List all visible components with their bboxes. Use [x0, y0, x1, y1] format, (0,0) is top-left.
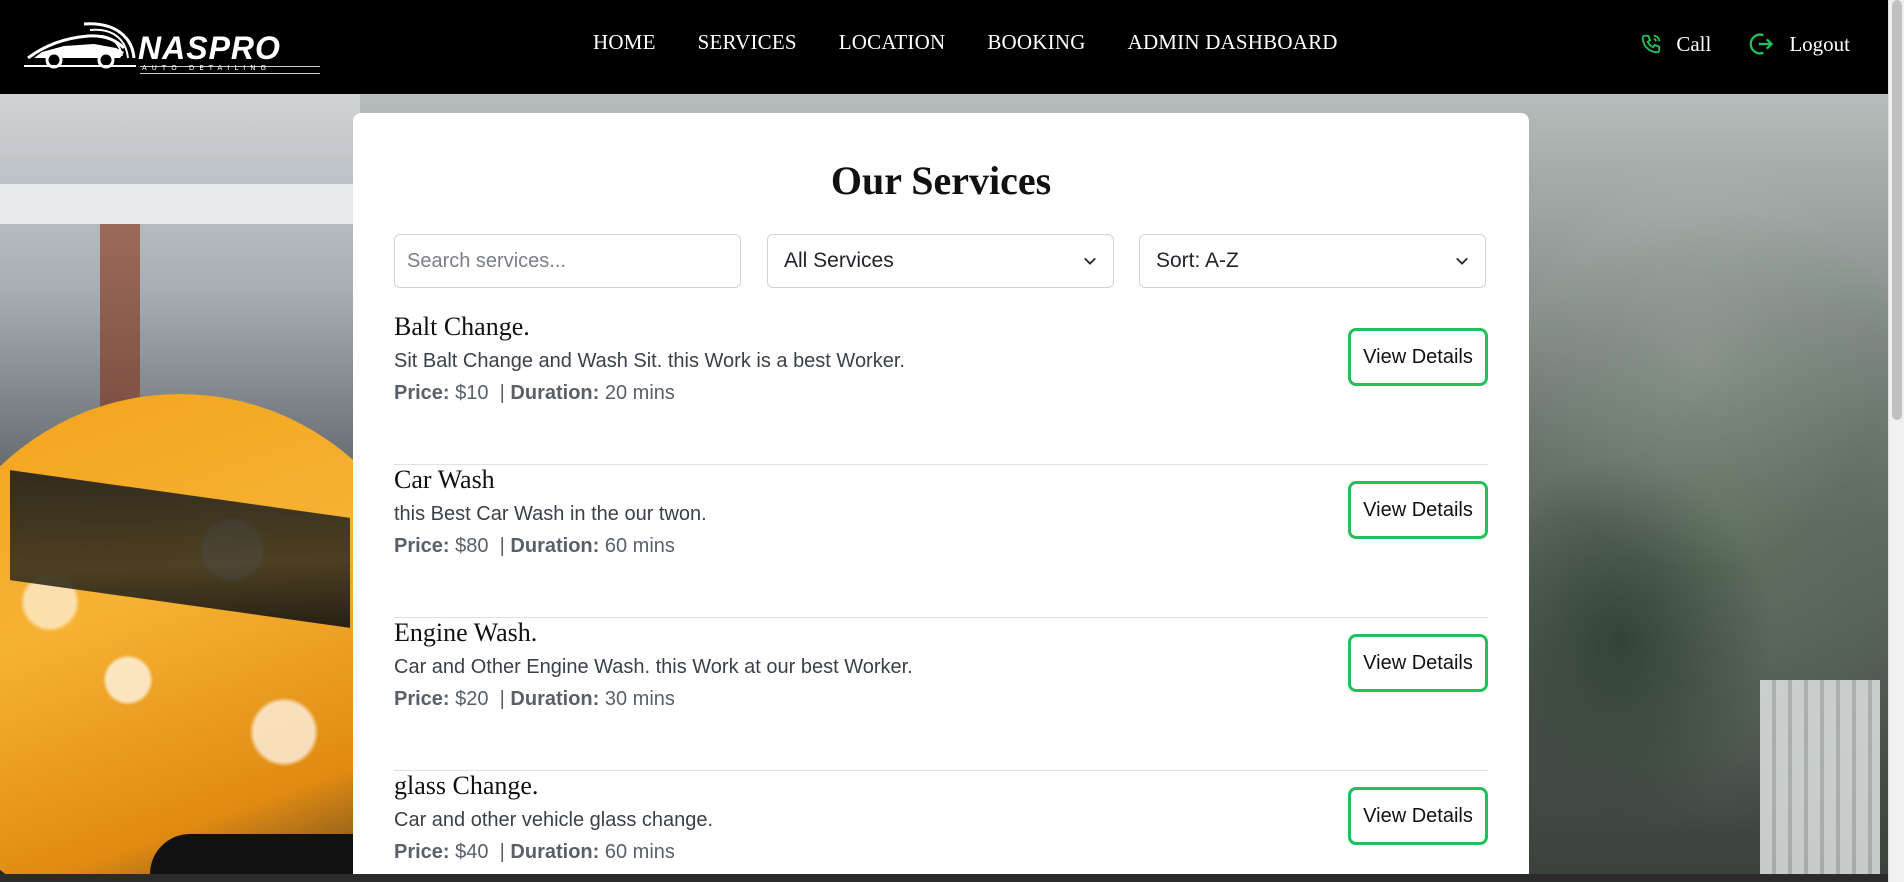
car-logo-icon: [24, 22, 136, 69]
services-card: Our Services All Services Sort: A-Z Balt…: [353, 113, 1529, 882]
brand-name: NASPRO: [138, 30, 281, 66]
service-item: Engine Wash. Car and Other Engine Wash. …: [394, 618, 1488, 771]
sort-select[interactable]: Sort: A-Z: [1139, 234, 1486, 288]
service-name: Car Wash: [394, 465, 495, 494]
service-description: Sit Balt Change and Wash Sit. this Work …: [394, 350, 905, 372]
service-description: Car and other vehicle glass change.: [394, 809, 714, 831]
service-price: $20: [455, 688, 489, 710]
view-details-button[interactable]: View Details: [1348, 481, 1488, 539]
service-item: glass Change. Car and other vehicle glas…: [394, 771, 1488, 882]
nav-actions: Call Logout: [1604, 30, 1850, 58]
chevron-down-icon: [1456, 257, 1468, 265]
top-navbar: NASPRO AUTO DETAILING HOME SERVICES LOCA…: [0, 0, 1888, 94]
service-price: $80: [455, 535, 489, 557]
view-details-button[interactable]: View Details: [1348, 328, 1488, 386]
service-meta: Price: $40 | Duration: 60 mins: [394, 841, 675, 863]
nav-home[interactable]: HOME: [593, 30, 656, 55]
nav-location[interactable]: LOCATION: [839, 30, 946, 55]
service-meta: Price: $20 | Duration: 30 mins: [394, 688, 675, 710]
service-duration: 20 mins: [604, 382, 675, 404]
service-name: Engine Wash.: [394, 618, 538, 647]
logout-icon: [1749, 33, 1774, 55]
logout-label: Logout: [1789, 31, 1850, 56]
service-meta: Price: $10 | Duration: 20 mins: [394, 382, 675, 404]
service-item: Balt Change. Sit Balt Change and Wash Si…: [394, 312, 1488, 465]
scrollbar-thumb[interactable]: [1892, 0, 1902, 420]
service-meta: Price: $80 | Duration: 60 mins: [394, 535, 675, 557]
call-link[interactable]: Call: [1640, 32, 1711, 57]
view-details-button[interactable]: View Details: [1348, 787, 1488, 845]
nav-booking[interactable]: BOOKING: [987, 30, 1085, 55]
phone-icon: [1642, 34, 1661, 54]
category-filter-select[interactable]: All Services: [767, 234, 1114, 288]
nav-services[interactable]: SERVICES: [698, 30, 797, 55]
car-wash-photo: [0, 94, 360, 882]
nav-links: HOME SERVICES LOCATION BOOKING ADMIN DAS…: [593, 30, 1380, 55]
search-input[interactable]: [394, 234, 741, 288]
service-name: glass Change.: [394, 771, 539, 800]
service-description: this Best Car Wash in the our twon.: [394, 503, 707, 525]
bottom-edge: [0, 874, 1888, 882]
service-price: $10: [455, 382, 489, 404]
nav-admin-dashboard[interactable]: ADMIN DASHBOARD: [1128, 30, 1338, 55]
brand-tagline: AUTO DETAILING: [142, 64, 271, 72]
call-label: Call: [1676, 31, 1712, 56]
chevron-down-icon: [1084, 257, 1096, 265]
sort-value: Sort: A-Z: [1156, 249, 1239, 272]
brand-logo[interactable]: NASPRO AUTO DETAILING: [24, 16, 320, 74]
service-description: Car and Other Engine Wash. this Work at …: [394, 656, 913, 678]
page-title: Our Services: [830, 158, 1052, 203]
fence-backdrop: [1760, 680, 1880, 882]
service-price: $40: [455, 841, 489, 863]
service-duration: 60 mins: [604, 841, 675, 863]
logout-link[interactable]: Logout: [1747, 30, 1850, 58]
page-scrollbar[interactable]: [1888, 0, 1904, 882]
service-name: Balt Change.: [394, 312, 530, 341]
category-filter-value: All Services: [784, 249, 894, 272]
service-duration: 30 mins: [604, 688, 675, 710]
view-details-button[interactable]: View Details: [1348, 634, 1488, 692]
service-item: Car Wash this Best Car Wash in the our t…: [394, 465, 1488, 618]
service-duration: 60 mins: [604, 535, 675, 557]
